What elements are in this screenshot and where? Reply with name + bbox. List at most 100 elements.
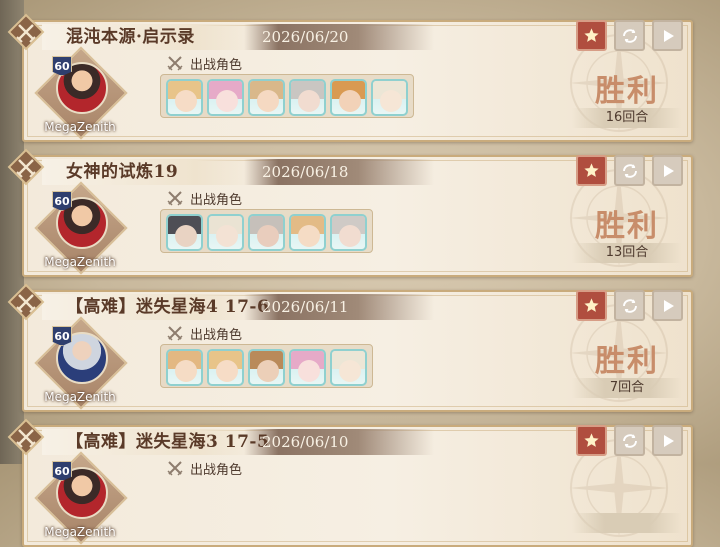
favorite-button[interactable]: [576, 20, 607, 51]
play-icon: [663, 434, 674, 447]
character-face: [339, 225, 361, 247]
share-button[interactable]: [614, 20, 645, 51]
battle-record-card[interactable]: 女神的试炼19 2026/06/18 60 MegaZenith 出战角色 胜利…: [7, 148, 693, 277]
background-panel: [0, 0, 24, 464]
character-face: [298, 225, 320, 247]
character-face: [339, 90, 361, 112]
play-icon: [663, 299, 674, 312]
replay-button[interactable]: [652, 290, 683, 321]
crossed-swords-crest-icon: [7, 13, 45, 51]
team-header: 出战角色: [166, 50, 242, 76]
character-portrait[interactable]: [289, 349, 326, 386]
character-portrait[interactable]: [207, 79, 244, 116]
result-text: 胜利: [595, 209, 659, 244]
rounds-count: 7回合: [609, 380, 645, 395]
share-refresh-icon: [622, 28, 637, 43]
character-face: [175, 90, 197, 112]
character-face: [216, 90, 238, 112]
character-portrait[interactable]: [330, 349, 367, 386]
player-avatar-frame[interactable]: 60 MegaZenith: [34, 181, 128, 275]
character-portrait[interactable]: [166, 79, 203, 116]
team-header: 出战角色: [166, 455, 242, 481]
share-refresh-icon: [622, 298, 637, 313]
crossed-swords-crest-icon: [7, 148, 45, 186]
action-buttons: [576, 425, 683, 456]
character-portrait[interactable]: [289, 79, 326, 116]
character-face: [257, 225, 279, 247]
character-face: [339, 360, 361, 382]
battle-result: 胜利 7回合: [572, 326, 682, 404]
crossed-swords-icon: [167, 191, 183, 206]
star-icon: [584, 28, 599, 42]
battle-date: 2026/06/18: [262, 163, 349, 181]
play-icon: [663, 164, 674, 177]
character-face: [298, 90, 320, 112]
player-name: MegaZenith: [44, 120, 116, 134]
battle-record-card[interactable]: 【高难】迷失星海4 17-6 2026/06/11 60 MegaZenith …: [7, 283, 693, 412]
action-buttons: [576, 290, 683, 321]
rounds-count: 16回合: [605, 110, 649, 125]
character-portrait[interactable]: [330, 214, 367, 251]
share-button[interactable]: [614, 290, 645, 321]
stage-title: 女神的试炼19: [66, 162, 179, 182]
stage-title: 混沌本源·启示录: [66, 27, 195, 47]
team-label: 出战角色: [190, 57, 243, 73]
favorite-button[interactable]: [576, 425, 607, 456]
character-portrait[interactable]: [207, 349, 244, 386]
character-face: [257, 90, 279, 112]
star-icon: [584, 163, 599, 177]
battle-result: 胜利 13回合: [572, 191, 682, 269]
share-button[interactable]: [614, 425, 645, 456]
team-character-tray: [160, 74, 414, 118]
player-avatar-frame[interactable]: 60 MegaZenith: [34, 46, 128, 140]
character-portrait[interactable]: [330, 79, 367, 116]
favorite-button[interactable]: [576, 155, 607, 186]
crossed-swords-icon: [167, 56, 183, 71]
character-face: [216, 360, 238, 382]
battle-record-card[interactable]: 混沌本源·启示录 2026/06/20 60 MegaZenith 出战角色 胜…: [7, 13, 693, 142]
star-icon: [584, 433, 599, 447]
battle-date: 2026/06/20: [262, 28, 349, 46]
action-buttons: [576, 155, 683, 186]
favorite-button[interactable]: [576, 290, 607, 321]
character-portrait[interactable]: [248, 79, 285, 116]
character-portrait[interactable]: [166, 349, 203, 386]
play-icon: [663, 29, 674, 42]
share-button[interactable]: [614, 155, 645, 186]
character-face: [380, 90, 402, 112]
battle-record-card[interactable]: 【高难】迷失星海3 17-5 2026/06/10 60 MegaZenith …: [7, 418, 693, 547]
crossed-swords-crest-icon: [7, 283, 45, 321]
character-face: [298, 360, 320, 382]
replay-button[interactable]: [652, 425, 683, 456]
replay-button[interactable]: [652, 155, 683, 186]
crossed-swords-icon: [167, 326, 183, 341]
player-avatar-frame[interactable]: 60 MegaZenith: [34, 316, 128, 410]
share-refresh-icon: [622, 433, 637, 448]
player-name: MegaZenith: [44, 525, 116, 539]
character-face: [257, 360, 279, 382]
team-character-tray: [160, 344, 373, 388]
team-label: 出战角色: [190, 327, 243, 343]
share-refresh-icon: [622, 163, 637, 178]
battle-date: 2026/06/11: [262, 298, 349, 316]
character-face: [216, 225, 238, 247]
battle-result: 胜利 16回合: [572, 56, 682, 134]
crossed-swords-crest-icon: [7, 418, 45, 456]
character-portrait[interactable]: [248, 349, 285, 386]
team-label: 出战角色: [190, 462, 243, 478]
character-portrait[interactable]: [166, 214, 203, 251]
character-portrait[interactable]: [207, 214, 244, 251]
team-character-tray: [160, 209, 373, 253]
character-portrait[interactable]: [248, 214, 285, 251]
team-label: 出战角色: [190, 192, 243, 208]
replay-button[interactable]: [652, 20, 683, 51]
character-portrait[interactable]: [289, 214, 326, 251]
team-header: 出战角色: [166, 320, 242, 346]
action-buttons: [576, 20, 683, 51]
battle-result: [572, 461, 682, 539]
team-header: 出战角色: [166, 185, 242, 211]
player-avatar-frame[interactable]: 60 MegaZenith: [34, 451, 128, 545]
rounds-count: 13回合: [605, 245, 649, 260]
character-portrait[interactable]: [371, 79, 408, 116]
player-name: MegaZenith: [44, 390, 116, 404]
